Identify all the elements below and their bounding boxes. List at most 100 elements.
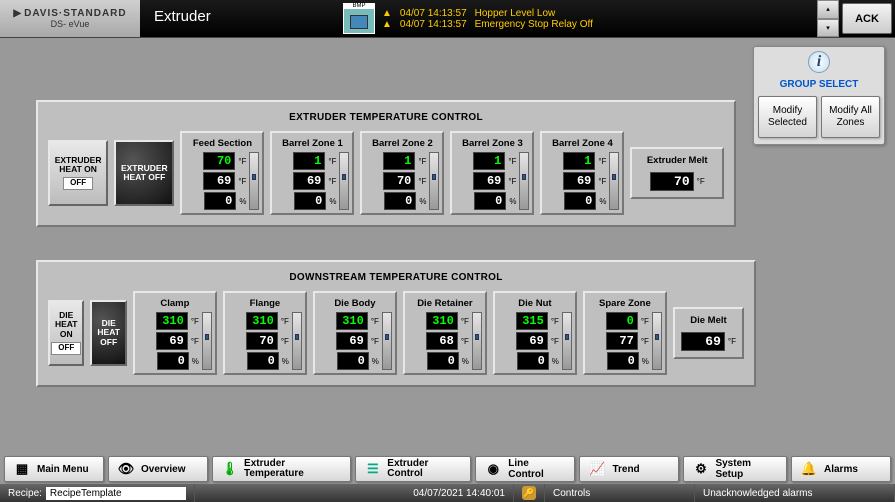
eye-icon: 👁 <box>117 460 135 478</box>
melt-title: Die Melt <box>681 315 736 326</box>
alarm-time: 04/07 14:13:57 <box>400 8 467 19</box>
modify-all-zones-button[interactable]: Modify All Zones <box>821 96 880 138</box>
zone-output: 0 <box>474 192 506 210</box>
zone-actual: 70 <box>383 172 415 190</box>
group-select-panel: i GROUP SELECT Modify Selected Modify Al… <box>753 46 885 145</box>
nav-label: Line Control <box>508 458 566 480</box>
app-header: ▶DAVIS·STANDARD DS- eVue Extruder ▲ 04/0… <box>0 0 895 38</box>
alarm-banner[interactable]: ▲ 04/07 14:13:57 Hopper Level Low ▲ 04/0… <box>378 0 817 37</box>
info-icon[interactable]: i <box>808 51 830 73</box>
zone-title: Die Retainer <box>408 296 482 312</box>
temperature-zone[interactable]: Barrel Zone 21°F70°F0% <box>360 131 444 215</box>
zone-title: Feed Section <box>185 136 259 152</box>
zone-bar-indicator <box>292 312 302 370</box>
grid-icon: ▦ <box>13 460 31 478</box>
zone-actual: 69 <box>203 172 235 190</box>
zone-output: 0 <box>427 352 459 370</box>
extruder-heat-on-button[interactable]: EXTRUDER HEAT ON OFF <box>48 140 108 206</box>
unit-label: °F <box>461 317 469 326</box>
temperature-zone[interactable]: Barrel Zone 11°F69°F0% <box>270 131 354 215</box>
screenshot-button[interactable] <box>343 3 375 34</box>
nav-line-control[interactable]: ◉Line Control <box>475 456 575 482</box>
die-heat-on-button[interactable]: DIE HEAT ON OFF <box>48 300 84 366</box>
zone-setpoint[interactable]: 70 <box>203 152 235 170</box>
zone-setpoint[interactable]: 310 <box>156 312 188 330</box>
nav-label: Overview <box>141 464 185 475</box>
modify-selected-button[interactable]: Modify Selected <box>758 96 817 138</box>
zone-actual: 70 <box>246 332 278 350</box>
temperature-zone[interactable]: Barrel Zone 41°F69°F0% <box>540 131 624 215</box>
ack-button[interactable]: ACK <box>842 3 892 34</box>
nav-label: Alarms <box>824 464 858 475</box>
zone-setpoint[interactable]: 1 <box>473 152 505 170</box>
zone-setpoint[interactable]: 310 <box>426 312 458 330</box>
zone-output: 0 <box>157 352 189 370</box>
die-heat-off-button[interactable]: DIE HEAT OFF <box>90 300 126 366</box>
nav-label: Main Menu <box>37 464 89 475</box>
zone-setpoint[interactable]: 310 <box>336 312 368 330</box>
nav-system-setup[interactable]: ⚙System Setup <box>683 456 787 482</box>
alarm-row: ▲ 04/07 14:13:57 Hopper Level Low <box>378 8 817 19</box>
zone-bar-indicator <box>652 312 662 370</box>
zone-bar-indicator <box>609 152 619 210</box>
unit-label: °F <box>461 337 469 346</box>
zone-title: Flange <box>228 296 302 312</box>
zone-output: 0 <box>294 192 326 210</box>
zone-title: Barrel Zone 1 <box>275 136 349 152</box>
nav-overview[interactable]: 👁 Overview <box>108 456 208 482</box>
temperature-zone[interactable]: Flange310°F70°F0% <box>223 291 307 375</box>
nav-trend[interactable]: 📈Trend <box>579 456 679 482</box>
zone-setpoint[interactable]: 315 <box>516 312 548 330</box>
unit-label: °F <box>551 317 559 326</box>
group-select-title: GROUP SELECT <box>754 77 884 96</box>
unit-label: °F <box>281 317 289 326</box>
temperature-zone[interactable]: Die Nut315°F69°F0% <box>493 291 577 375</box>
panel-title: EXTRUDER TEMPERATURE CONTROL <box>48 108 724 131</box>
button-label: EXTRUDER HEAT ON <box>50 156 106 175</box>
nav-extruder-temperature[interactable]: 🌡Extruder Temperature <box>212 456 351 482</box>
bell-icon: 🔔 <box>800 460 818 478</box>
sliders-icon: ☰ <box>364 460 381 478</box>
zone-setpoint[interactable]: 1 <box>383 152 415 170</box>
unit-label: % <box>372 357 379 366</box>
zone-actual: 69 <box>563 172 595 190</box>
extruder-heat-off-button[interactable]: EXTRUDER HEAT OFF <box>114 140 174 206</box>
extruder-melt-readout: Extruder Melt 70 °F <box>630 147 724 199</box>
temperature-zone[interactable]: Die Body310°F69°F0% <box>313 291 397 375</box>
zone-output: 0 <box>247 352 279 370</box>
brand-sub-text: DS- eVue <box>51 19 90 29</box>
recipe-label: Recipe: <box>8 488 42 499</box>
unit-label: °F <box>191 337 199 346</box>
zone-setpoint[interactable]: 1 <box>293 152 325 170</box>
recipe-value[interactable]: RecipeTemplate <box>46 487 186 500</box>
temperature-zone[interactable]: Clamp310°F69°F0% <box>133 291 217 375</box>
nav-label: Extruder Temperature <box>244 459 342 479</box>
zone-bar-indicator <box>249 152 259 210</box>
unit-label: °F <box>598 157 606 166</box>
temperature-zone[interactable]: Feed Section70°F69°F0% <box>180 131 264 215</box>
key-status[interactable]: 🔑 <box>514 484 545 502</box>
unack-alarms-status[interactable]: Unacknowledged alarms <box>695 484 895 502</box>
zone-setpoint[interactable]: 310 <box>246 312 278 330</box>
nav-alarms[interactable]: 🔔 Alarms <box>791 456 891 482</box>
controls-status[interactable]: Controls <box>545 484 695 502</box>
temperature-zone[interactable]: Barrel Zone 31°F69°F0% <box>450 131 534 215</box>
unit-label: % <box>642 357 649 366</box>
temperature-zone[interactable]: Spare Zone0°F77°F0% <box>583 291 667 375</box>
nav-label: System Setup <box>715 458 778 480</box>
zone-actual: 69 <box>156 332 188 350</box>
die-melt-readout: Die Melt 69 °F <box>673 307 744 359</box>
unit-label: °F <box>728 337 736 346</box>
brand-logo: ▶DAVIS·STANDARD DS- eVue <box>0 0 140 37</box>
button-label: DIE HEAT ON <box>50 311 82 339</box>
zone-setpoint[interactable]: 0 <box>606 312 638 330</box>
nav-extruder-control[interactable]: ☰Extruder Control <box>355 456 471 482</box>
zone-bar-indicator <box>202 312 212 370</box>
nav-main-menu[interactable]: ▦ Main Menu <box>4 456 104 482</box>
unit-label: °F <box>641 337 649 346</box>
temperature-zone[interactable]: Die Retainer310°F68°F0% <box>403 291 487 375</box>
zone-setpoint[interactable]: 1 <box>563 152 595 170</box>
unit-label: % <box>462 357 469 366</box>
zone-title: Barrel Zone 3 <box>455 136 529 152</box>
alarm-scroll[interactable]: ▴▾ <box>817 0 839 37</box>
